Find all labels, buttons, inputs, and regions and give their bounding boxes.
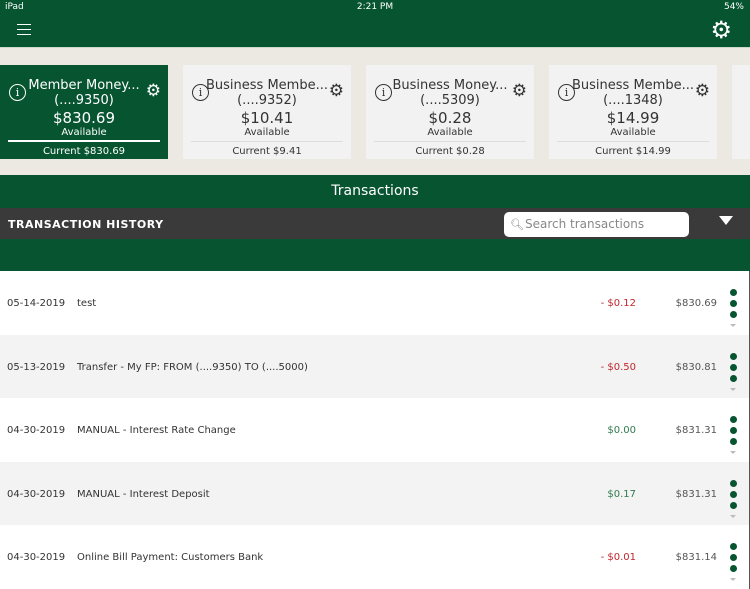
running-balance: $831.31 xyxy=(675,425,717,436)
chevron-down-icon[interactable] xyxy=(730,451,736,454)
history-heading: TRANSACTION HISTORY xyxy=(8,218,164,231)
gear-icon[interactable]: ⚙ xyxy=(512,81,527,101)
current-balance: Current $0.28 xyxy=(374,141,526,159)
transaction-description: MANUAL - Interest Rate Change xyxy=(77,425,236,436)
account-card[interactable]: i ⚙ Member Money... (....9350) $830.69 Av… xyxy=(0,65,168,159)
transaction-amount: - $0.01 xyxy=(600,552,636,563)
settings-gear-icon[interactable]: ⚙ xyxy=(710,18,732,42)
available-label: Available xyxy=(61,127,107,138)
transaction-list[interactable]: 05-14-2019 test - $0.12 $830.69 05-13-20… xyxy=(0,271,750,589)
transaction-date: 04-30-2019 xyxy=(7,488,66,500)
transaction-date: 05-14-2019 xyxy=(7,298,66,309)
transaction-date: 05-13-2019 xyxy=(7,361,66,373)
available-label: Available xyxy=(610,127,656,138)
gear-icon[interactable]: ⚙ xyxy=(329,81,344,101)
available-balance: $830.69 xyxy=(52,109,116,127)
current-balance: Current $14.99 xyxy=(557,141,709,159)
running-balance: $831.14 xyxy=(675,552,717,563)
info-icon[interactable]: i xyxy=(192,84,209,101)
transaction-amount: $0.17 xyxy=(607,488,636,500)
available-balance: $14.99 xyxy=(606,109,660,127)
table-row[interactable]: 04-30-2019 MANUAL - Interest Deposit $0.… xyxy=(0,461,750,525)
account-card[interactable]: i ⚙ Business Membe... (....1348) $14.99 A… xyxy=(549,65,717,159)
search-icon: 🔍︎ xyxy=(510,218,524,231)
info-icon[interactable]: i xyxy=(9,84,26,101)
running-balance: $830.81 xyxy=(675,361,717,373)
filter-icon[interactable] xyxy=(719,216,733,225)
current-balance: Current $830.69 xyxy=(8,140,160,159)
chevron-down-icon[interactable] xyxy=(730,514,736,518)
gear-icon[interactable]: ⚙ xyxy=(695,81,710,101)
search-input[interactable]: 🔍︎ Search transactions xyxy=(504,212,689,237)
account-card[interactable]: i ⚙ Business Membe... (....9352) $10.41 A… xyxy=(183,65,351,159)
account-card[interactable]: i ⚙ Business Money... (....5309) $0.28 Av… xyxy=(366,65,534,159)
clock: 2:21 PM xyxy=(356,2,394,12)
search-placeholder: Search transactions xyxy=(525,217,645,231)
chevron-down-icon[interactable] xyxy=(730,324,736,327)
account-card-partial[interactable] xyxy=(732,65,750,159)
transaction-date: 04-30-2019 xyxy=(7,552,66,563)
history-toolbar: TRANSACTION HISTORY 🔍︎ Search transaction… xyxy=(0,208,750,239)
running-balance: $831.31 xyxy=(675,488,717,500)
more-options-icon[interactable] xyxy=(730,416,737,449)
battery-level: 54% xyxy=(723,2,744,12)
table-row[interactable]: 04-30-2019 Online Bill Payment: Customer… xyxy=(0,525,750,589)
transaction-date: 04-30-2019 xyxy=(7,425,66,436)
chevron-down-icon[interactable] xyxy=(730,578,736,581)
more-options-icon[interactable] xyxy=(730,352,737,386)
more-options-icon[interactable] xyxy=(730,479,737,513)
current-balance: Current $9.41 xyxy=(191,141,343,159)
table-row[interactable]: 05-13-2019 Transfer - My FP: FROM (....9… xyxy=(0,334,750,398)
available-label: Available xyxy=(244,127,290,138)
transaction-description: MANUAL - Interest Deposit xyxy=(77,488,210,500)
table-row[interactable]: 04-30-2019 MANUAL - Interest Rate Change… xyxy=(0,398,750,462)
transaction-description: Online Bill Payment: Customers Bank xyxy=(77,552,264,563)
transaction-amount: - $0.12 xyxy=(600,298,636,309)
available-balance: $0.28 xyxy=(428,109,472,127)
info-icon[interactable]: i xyxy=(558,84,575,101)
transaction-amount: $0.00 xyxy=(607,425,636,436)
more-options-icon[interactable] xyxy=(730,289,737,322)
running-balance: $830.69 xyxy=(675,298,717,309)
transaction-description: Transfer - My FP: FROM (....9350) TO (..… xyxy=(77,361,308,373)
account-carousel[interactable]: i ⚙ Member Money... (....9350) $830.69 Av… xyxy=(0,47,750,175)
status-bar: iPad 2:21 PM 54% xyxy=(0,0,750,16)
table-row[interactable]: 05-14-2019 test - $0.12 $830.69 xyxy=(0,271,750,335)
transaction-description: test xyxy=(77,298,97,309)
menu-icon[interactable] xyxy=(17,24,31,39)
page-title: Transactions xyxy=(0,175,750,208)
header-band xyxy=(0,239,750,271)
app-header: iPad 2:21 PM 54% ⚙ xyxy=(0,0,750,47)
info-icon[interactable]: i xyxy=(375,84,392,101)
transaction-amount: - $0.50 xyxy=(600,361,636,373)
chevron-down-icon[interactable] xyxy=(730,387,736,391)
more-options-icon[interactable] xyxy=(730,543,737,576)
available-balance: $10.41 xyxy=(240,109,294,127)
gear-icon[interactable]: ⚙ xyxy=(146,81,161,101)
available-label: Available xyxy=(427,127,473,138)
